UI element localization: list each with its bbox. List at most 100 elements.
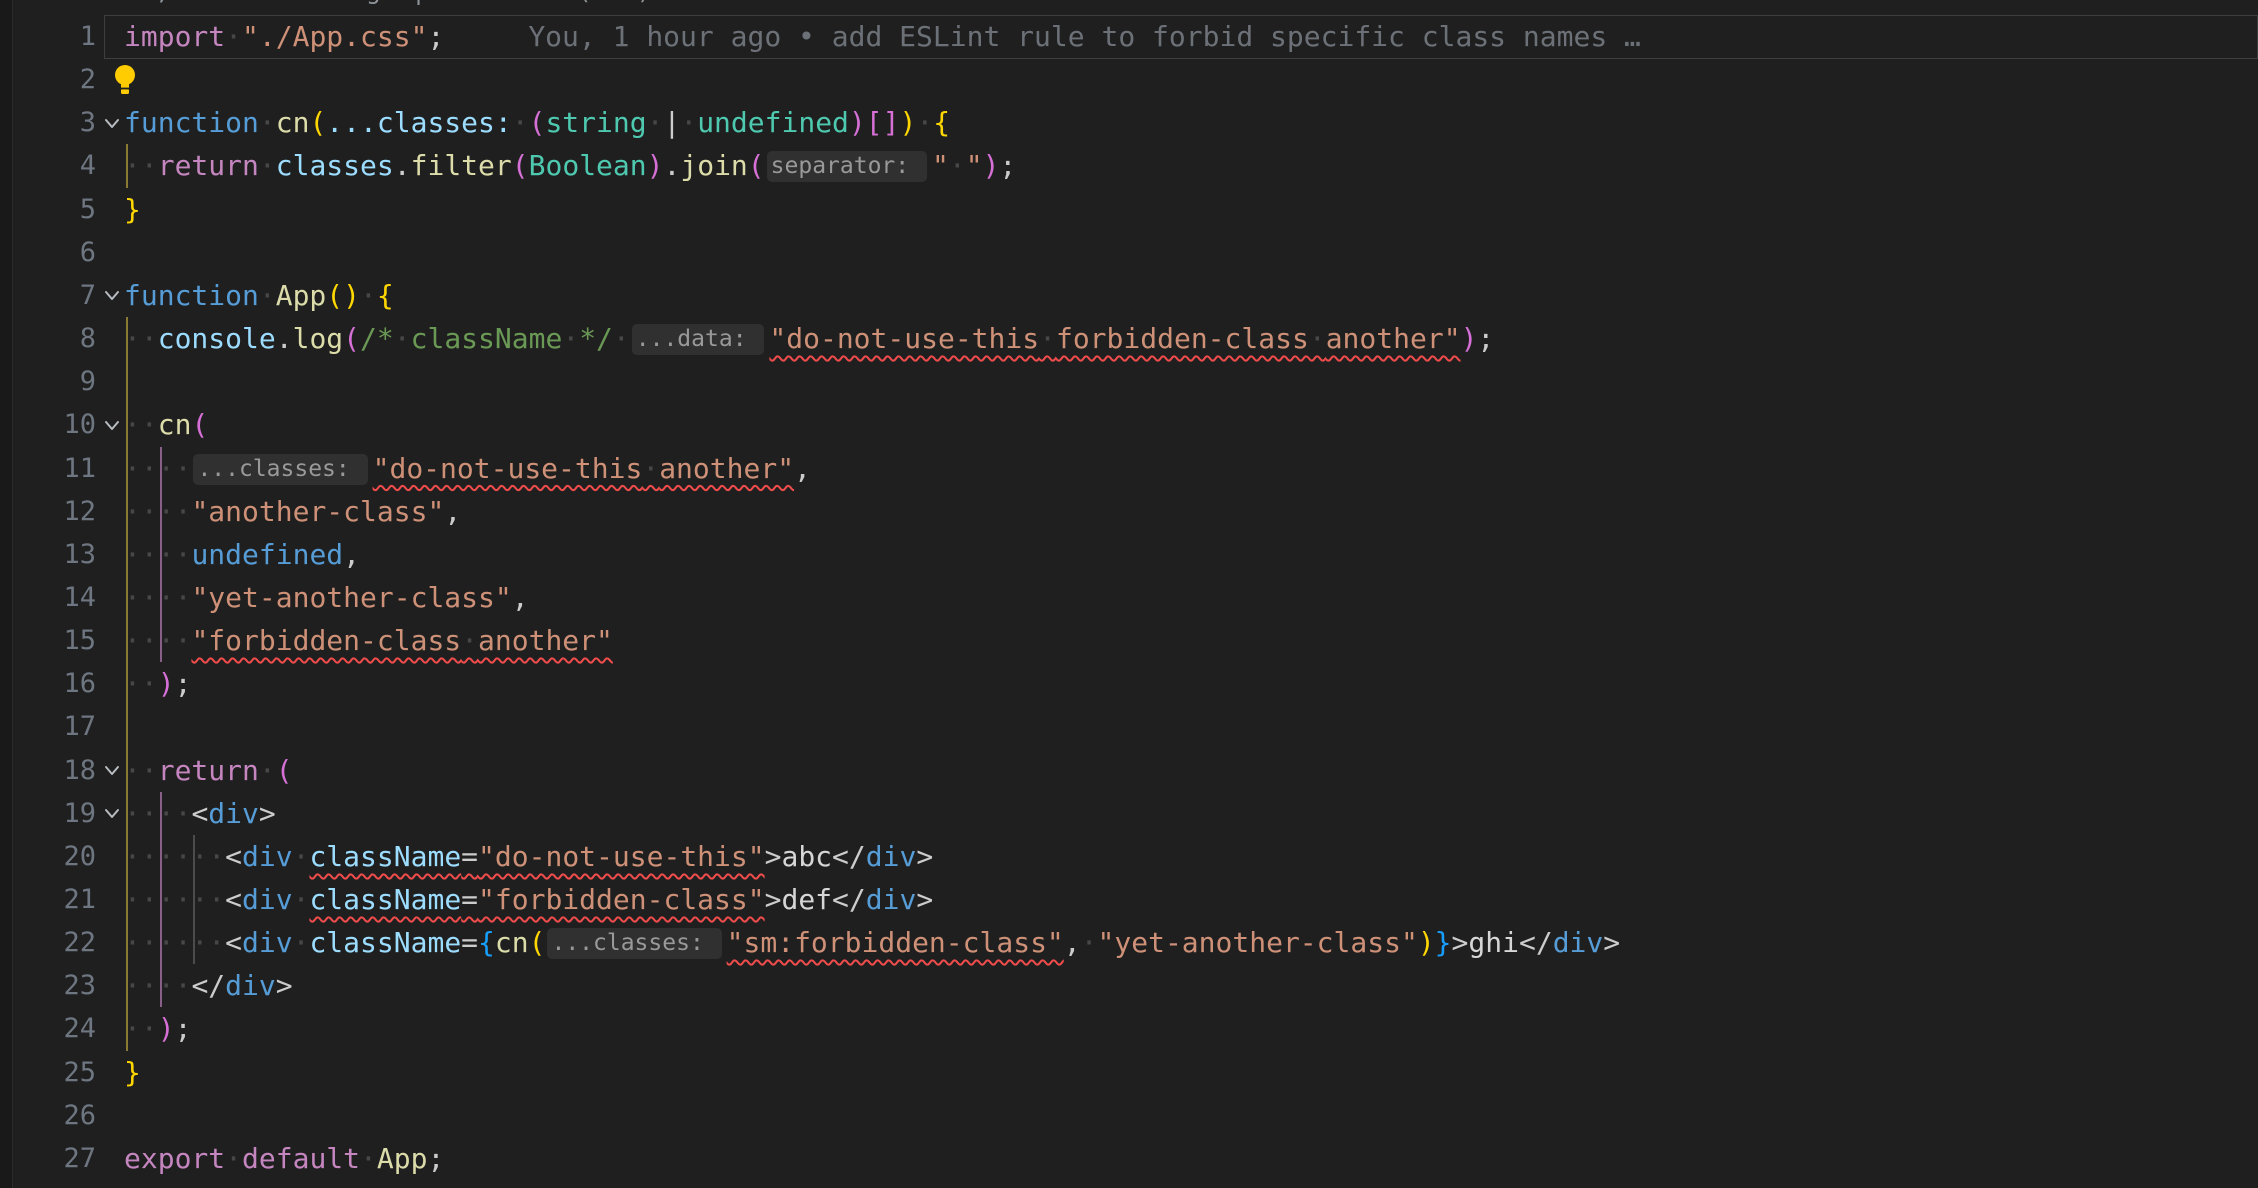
code-editor: You, 47 minutes ago | 1 author (You) 123… (0, 0, 2258, 1188)
code-line[interactable]: ··); (124, 662, 2258, 705)
code-line[interactable]: } (124, 1051, 2258, 1094)
whitespace-dot: · (680, 106, 697, 139)
code-line[interactable] (124, 58, 2258, 101)
code-token: ( (191, 408, 208, 441)
code-token: */ (579, 322, 613, 355)
code-line[interactable]: ····"yet-another-class", (124, 576, 2258, 619)
code-line[interactable]: ····undefined, (124, 533, 2258, 576)
error-squiggle-token: · (642, 452, 659, 485)
inlay-hint: ...classes: (547, 928, 721, 959)
code-token: { (933, 106, 950, 139)
code-token: "another-class" (191, 495, 444, 528)
code-line[interactable] (124, 705, 2258, 748)
code-line[interactable]: ····...classes: "do-not-use-this·another… (124, 447, 2258, 490)
fold-chevron-icon[interactable] (99, 792, 125, 835)
code-token: ( (276, 754, 293, 787)
code-line[interactable]: export·default·App; (124, 1137, 2258, 1180)
code-line[interactable]: ··return·classes.filter(Boolean).join(se… (124, 144, 2258, 187)
code-token: , (794, 452, 811, 485)
code-line[interactable]: import·"./App.css";You, 1 hour ago • add… (124, 15, 2258, 58)
line-number: 6 (0, 231, 96, 274)
whitespace-dot: · (259, 279, 276, 312)
code-line[interactable]: ······<div·className={cn(...classes: "sm… (124, 921, 2258, 964)
line-number: 4 (0, 144, 96, 187)
code-token: | (663, 106, 680, 139)
code-line[interactable]: ··cn( (124, 403, 2258, 446)
code-token: App (377, 1142, 428, 1175)
code-token: </ (832, 883, 866, 916)
whitespace-dot: · (949, 149, 966, 182)
error-squiggle-token: className (309, 840, 461, 873)
error-squiggle-token: "do-not-use-this (769, 322, 1039, 355)
error-squiggle-token: "forbidden-class" (478, 883, 765, 916)
line-number: 2 (0, 58, 96, 101)
code-line[interactable]: ····<div> (124, 792, 2258, 835)
whitespace-dot: · (293, 926, 310, 959)
whitespace-dot: ······ (124, 840, 225, 873)
error-squiggle-token: · (461, 624, 478, 657)
whitespace-dot: · (613, 322, 630, 355)
fold-chevron-icon[interactable] (99, 274, 125, 317)
line-number: 3 (0, 101, 96, 144)
whitespace-dot: ···· (124, 797, 191, 830)
error-squiggle-token: "do-not-use-this" (478, 840, 765, 873)
code-token: div (242, 883, 293, 916)
code-line[interactable]: ····"forbidden-class·another" (124, 619, 2258, 662)
code-line[interactable]: } (124, 188, 2258, 231)
line-number: 26 (0, 1094, 96, 1137)
code-token: ( (529, 926, 546, 959)
code-token: ; (1477, 322, 1494, 355)
code-token: ; (175, 1012, 192, 1045)
code-line[interactable]: ······<div·className="do-not-use-this">a… (124, 835, 2258, 878)
code-line[interactable]: function·App()·{ (124, 274, 2258, 317)
code-token: undefined (697, 106, 849, 139)
code-token: ; (999, 149, 1016, 182)
code-token: ) (849, 106, 866, 139)
code-token: classes (276, 149, 394, 182)
code-token: . (664, 149, 681, 182)
code-line[interactable]: ····</div> (124, 964, 2258, 1007)
line-number: 13 (0, 533, 96, 576)
code-line[interactable]: function·cn(...classes:·(string·|·undefi… (124, 101, 2258, 144)
whitespace-dot: · (225, 20, 242, 53)
whitespace-dot: ·· (124, 408, 158, 441)
whitespace-dot: · (1081, 926, 1098, 959)
lightbulb-icon[interactable] (110, 63, 142, 99)
whitespace-dot: ·· (124, 1012, 158, 1045)
code-line[interactable] (124, 231, 2258, 274)
code-token: div (242, 926, 293, 959)
line-number: 20 (0, 835, 96, 878)
code-token: { (478, 926, 495, 959)
codelens-annotation[interactable]: You, 47 minutes ago | 1 author (You) (110, 0, 652, 8)
code-token: > (1452, 926, 1469, 959)
code-line[interactable]: ··console.log(/*·className·*/·...data: "… (124, 317, 2258, 360)
code-token: div (866, 840, 917, 873)
code-line[interactable] (124, 360, 2258, 403)
whitespace-dot: ···· (124, 495, 191, 528)
whitespace-dot: ·· (124, 149, 158, 182)
code-token: " (932, 149, 949, 182)
code-line[interactable]: ··); (124, 1007, 2258, 1050)
code-token: = (461, 926, 478, 959)
inlay-hint: ...data: (632, 324, 765, 355)
whitespace-dot: · (394, 322, 411, 355)
code-token: "yet-another-class" (191, 581, 511, 614)
code-token: return (158, 754, 259, 787)
code-token: ) (343, 279, 360, 312)
code-token: > (276, 969, 293, 1002)
code-line[interactable]: ····"another-class", (124, 490, 2258, 533)
code-line[interactable] (124, 1094, 2258, 1137)
whitespace-dot: ·· (124, 667, 158, 700)
code-token: cn (276, 106, 310, 139)
whitespace-dot: ······ (124, 926, 225, 959)
code-token: className (411, 322, 563, 355)
code-token: > (765, 840, 782, 873)
code-line[interactable]: ··return·( (124, 749, 2258, 792)
error-squiggle-token: = (461, 883, 478, 916)
fold-chevron-icon[interactable] (99, 749, 125, 792)
fold-chevron-icon[interactable] (99, 403, 125, 446)
code-token: </ (191, 969, 225, 1002)
code-line[interactable]: ······<div·className="forbidden-class">d… (124, 878, 2258, 921)
code-token: < (225, 883, 242, 916)
fold-chevron-icon[interactable] (99, 101, 125, 144)
